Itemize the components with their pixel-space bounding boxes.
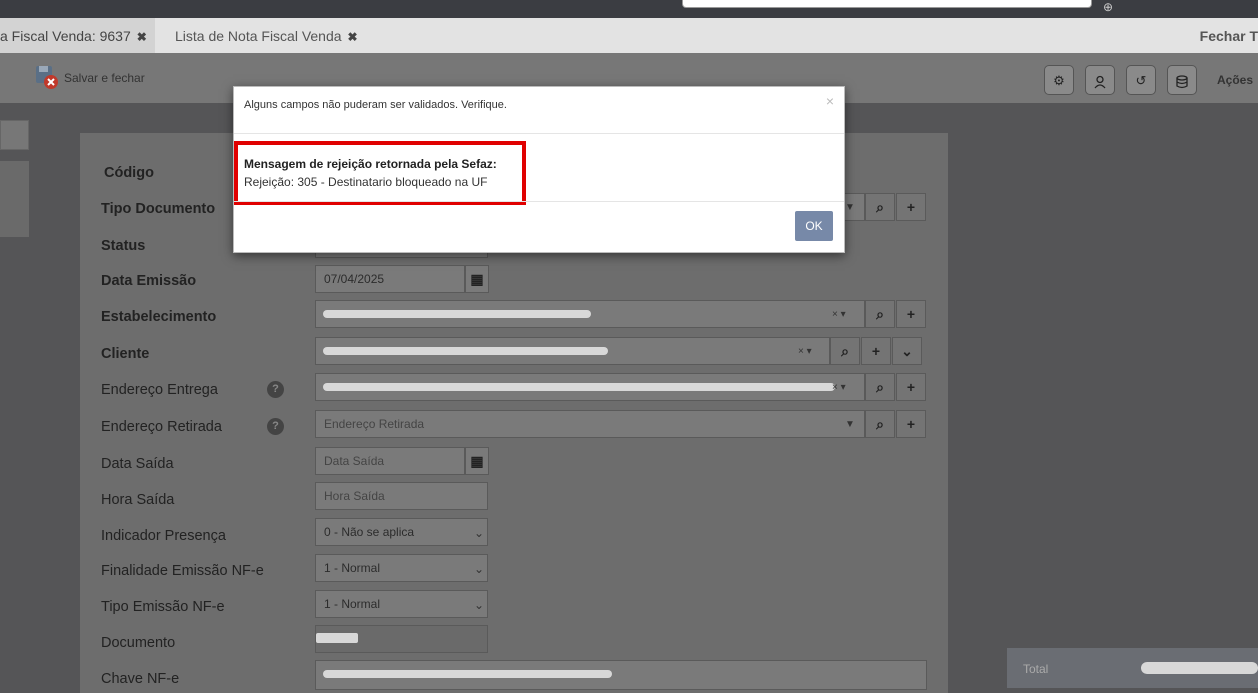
chevron-down-icon: ⌄ [901, 343, 913, 359]
label-estabelecimento: Estabelecimento [101, 309, 217, 325]
search-icon: ⌕ [876, 306, 884, 322]
chevron-down-icon: ⌄ [474, 562, 485, 576]
plus-icon: + [906, 379, 916, 395]
tab-bar: a Fiscal Venda: 9637 ✖ Lista de Nota Fisc… [0, 18, 1258, 53]
label-endereco-retirada: Endereço Retirada [101, 419, 222, 435]
divider [234, 133, 844, 134]
tab-label: a Fiscal Venda: 9637 [0, 28, 131, 44]
actions-menu[interactable]: Ações [1217, 73, 1253, 87]
label-indicador-presenca: Indicador Presença [101, 528, 226, 544]
chevron-down-icon: ▼ [845, 419, 855, 430]
cliente-expand-button[interactable]: ⌄ [892, 337, 922, 365]
calendar-icon: ▦ [470, 271, 484, 287]
label-finalidade-emissao: Finalidade Emissão NF-e [101, 563, 264, 579]
label-status: Status [101, 238, 146, 254]
tab-close-icon[interactable]: ✖ [137, 30, 147, 44]
data-emissao-calendar-button[interactable]: ▦ [465, 265, 489, 293]
endereco-entrega-search-button[interactable]: ⌕ [865, 373, 895, 401]
side-panel [0, 161, 29, 237]
redacted-text [323, 670, 612, 678]
database-button[interactable] [1167, 65, 1197, 95]
notification-icon[interactable]: ⊕ [1103, 0, 1113, 14]
redacted-total [1141, 662, 1258, 674]
label-tipo-documento: Tipo Documento [101, 201, 216, 217]
estabelecimento-add-button[interactable]: + [896, 300, 926, 328]
label-documento: Documento [101, 635, 176, 651]
user-button[interactable] [1085, 65, 1115, 95]
global-search-input[interactable] [682, 0, 1092, 8]
finalidade-emissao-select[interactable]: 1 - Normal [315, 554, 488, 582]
user-icon [1094, 75, 1106, 88]
search-icon: ⌕ [876, 199, 884, 215]
plus-icon: + [871, 343, 881, 359]
calendar-icon: ▦ [470, 453, 484, 469]
clear-icon[interactable]: × ▾ [798, 346, 812, 357]
cliente-add-button[interactable]: + [861, 337, 891, 365]
endereco-retirada-search-button[interactable]: ⌕ [865, 410, 895, 438]
settings-button[interactable]: ⚙ [1044, 65, 1074, 95]
close-icon[interactable]: × [826, 93, 834, 109]
hora-saida-input[interactable]: Hora Saída [315, 482, 488, 510]
history-button[interactable]: ↺ [1126, 65, 1156, 95]
highlight-box [234, 141, 526, 205]
label-data-emissao: Data Emissão [101, 273, 197, 289]
dialog-title: Alguns campos não puderam ser validados.… [244, 99, 507, 111]
total-box: Total [1007, 648, 1258, 688]
tipo-documento-add-button[interactable]: + [896, 193, 926, 221]
data-saida-calendar-button[interactable]: ▦ [465, 447, 489, 475]
label-tipo-emissao: Tipo Emissão NF-e [101, 599, 225, 615]
gear-icon: ⚙ [1053, 73, 1065, 88]
ok-button[interactable]: OK [795, 211, 833, 241]
save-close-icon [34, 65, 60, 91]
help-icon[interactable]: ? [267, 381, 284, 398]
chevron-down-icon: ⌄ [474, 598, 485, 612]
help-icon[interactable]: ? [267, 418, 284, 435]
tipo-documento-search-button[interactable]: ⌕ [865, 193, 895, 221]
tab-nota-fiscal-venda[interactable]: a Fiscal Venda: 9637 ✖ [0, 18, 155, 53]
clear-icon[interactable]: × ▾ [832, 382, 846, 393]
plus-icon: + [906, 306, 916, 322]
plus-icon: + [906, 199, 916, 215]
tab-lista-nota-fiscal-venda[interactable]: Lista de Nota Fiscal Venda ✖ [175, 18, 358, 53]
database-icon [1176, 74, 1188, 88]
tab-close-icon[interactable]: ✖ [348, 30, 358, 44]
redacted-text [316, 633, 358, 643]
plus-icon: + [906, 416, 916, 432]
save-and-close-label: Salvar e fechar [64, 71, 145, 85]
redacted-text [323, 310, 591, 318]
endereco-entrega-add-button[interactable]: + [896, 373, 926, 401]
label-chave-nfe: Chave NF-e [101, 671, 180, 687]
redacted-text [323, 383, 835, 391]
cliente-search-button[interactable]: ⌕ [830, 337, 860, 365]
history-icon: ↺ [1135, 73, 1147, 88]
clear-icon[interactable]: × ▾ [832, 309, 846, 320]
validation-dialog: Alguns campos não puderam ser validados.… [233, 86, 845, 253]
label-endereco-entrega: Endereço Entrega [101, 382, 218, 398]
save-and-close-button[interactable]: Salvar e fechar [34, 65, 145, 91]
divider [234, 201, 844, 202]
tipo-emissao-select[interactable]: 1 - Normal [315, 590, 488, 618]
search-icon: ⌕ [876, 416, 884, 432]
label-hora-saida: Hora Saída [101, 492, 175, 508]
top-bar: ⊕ [0, 0, 1258, 18]
redacted-text [323, 347, 608, 355]
label-codigo: Código [104, 165, 154, 181]
label-cliente: Cliente [101, 346, 150, 362]
endereco-retirada-add-button[interactable]: + [896, 410, 926, 438]
endereco-retirada-select[interactable]: Endereço Retirada [315, 410, 865, 438]
search-icon: ⌕ [876, 379, 884, 395]
close-all-tabs-button[interactable]: Fechar T [1200, 18, 1258, 54]
search-icon: ⌕ [841, 343, 849, 359]
data-emissao-input[interactable]: 07/04/2025 [315, 265, 465, 293]
total-label: Total [1023, 662, 1049, 676]
data-saida-input[interactable]: Data Saída [315, 447, 465, 475]
indicador-presenca-select[interactable]: 0 - Não se aplica [315, 518, 488, 546]
estabelecimento-search-button[interactable]: ⌕ [865, 300, 895, 328]
side-input[interactable] [0, 120, 29, 150]
chevron-down-icon: ▼ [845, 202, 855, 213]
chevron-down-icon: ⌄ [474, 526, 485, 540]
tab-label: Lista de Nota Fiscal Venda [175, 28, 342, 44]
label-data-saida: Data Saída [101, 456, 174, 472]
